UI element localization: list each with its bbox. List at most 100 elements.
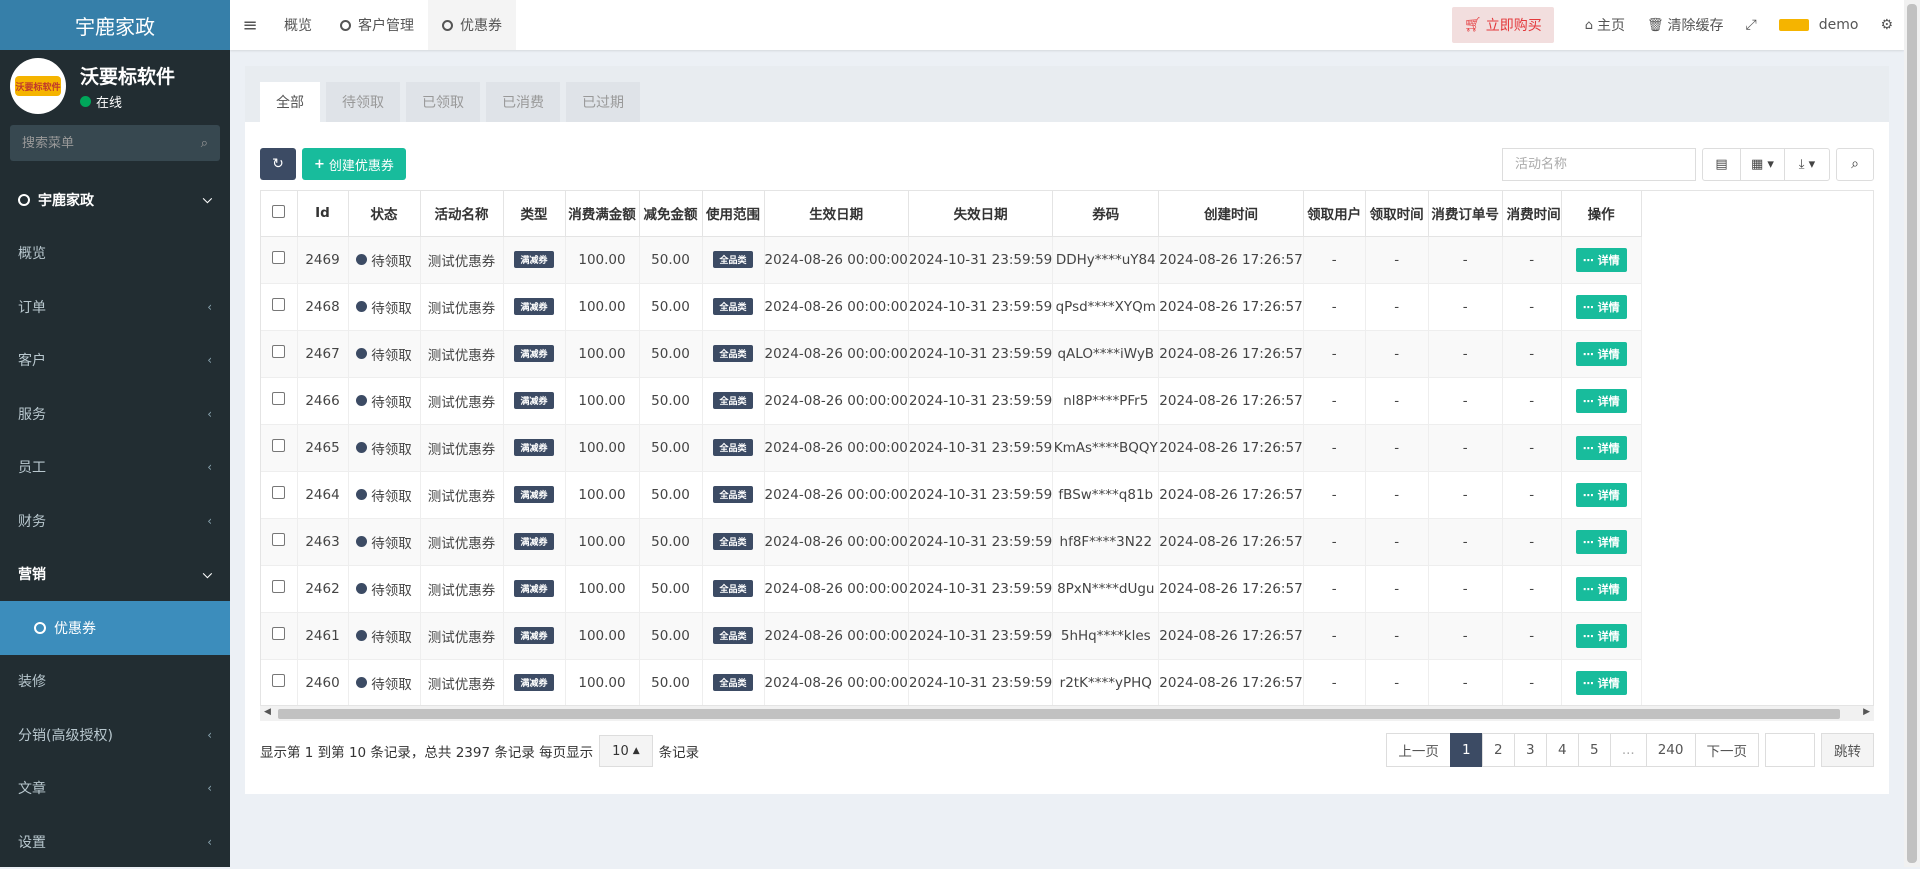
sidebar-item-services[interactable]: 服务 ‹	[0, 387, 230, 441]
detail-button[interactable]: ⋯ 详情	[1575, 388, 1627, 413]
tab-customers[interactable]: 客户管理	[326, 0, 428, 50]
row-checkbox[interactable]	[272, 298, 286, 311]
row-select-cell[interactable]	[261, 612, 298, 660]
detail-button[interactable]: ⋯ 详情	[1575, 670, 1627, 695]
clear-cache-button[interactable]: 🗑︎ 清除缓存	[1636, 15, 1735, 35]
page-button-1[interactable]: 1	[1449, 733, 1483, 767]
row-select-cell[interactable]	[261, 565, 298, 613]
page-button-2[interactable]: 2	[1481, 733, 1515, 767]
select-all-checkbox[interactable]	[272, 204, 286, 218]
jump-page-input[interactable]	[1765, 733, 1815, 767]
sidebar-search[interactable]: ⌕	[10, 125, 220, 161]
grid-icon[interactable]: ▦ ▾	[1741, 148, 1785, 180]
tab-overview[interactable]: 概览	[270, 0, 326, 50]
column-header[interactable]: 类型	[503, 191, 566, 237]
row-select-cell[interactable]	[261, 424, 298, 472]
table-horizontal-scrollbar[interactable]: ◀ ▶	[260, 706, 1874, 721]
column-header[interactable]: 领取时间	[1365, 191, 1429, 237]
search-icon[interactable]: ⌕	[1836, 147, 1874, 181]
row-checkbox[interactable]	[272, 392, 286, 405]
scroll-left-icon[interactable]: ◀	[264, 707, 271, 717]
activity-name-search-input[interactable]	[1502, 147, 1696, 181]
row-checkbox[interactable]	[272, 674, 286, 687]
home-link[interactable]: ⌂ 主页	[1574, 15, 1636, 35]
prev-page-button[interactable]: 上一页	[1386, 733, 1451, 767]
sidebar-item-yulu[interactable]: 宇鹿家政 ⌵	[0, 173, 230, 227]
sidebar-item-coupons[interactable]: 优惠券	[0, 601, 230, 655]
filter-tab-pending[interactable]: 待领取	[326, 82, 400, 122]
detail-button[interactable]: ⋯ 详情	[1575, 294, 1627, 319]
search-icon[interactable]: ⌕	[201, 136, 208, 151]
sidebar-item-finance[interactable]: 财务 ‹	[0, 494, 230, 548]
detail-button[interactable]: ⋯ 详情	[1575, 341, 1627, 366]
detail-button[interactable]: ⋯ 详情	[1575, 623, 1627, 648]
refresh-button[interactable]: ↻	[260, 148, 296, 180]
row-checkbox[interactable]	[272, 580, 286, 593]
page-scrollbar[interactable]	[1904, 0, 1920, 867]
row-checkbox[interactable]	[272, 251, 286, 264]
detail-button[interactable]: ⋯ 详情	[1575, 576, 1627, 601]
export-icon[interactable]: ⤓ ▾	[1785, 149, 1829, 180]
filter-tab-claimed[interactable]: 已领取	[406, 82, 480, 122]
detail-button[interactable]: ⋯ 详情	[1575, 529, 1627, 554]
detail-button[interactable]: ⋯ 详情	[1575, 482, 1627, 507]
next-page-button[interactable]: 下一页	[1694, 733, 1759, 767]
column-header[interactable]: 状态	[348, 191, 421, 237]
page-scrollbar-thumb[interactable]	[1907, 4, 1917, 863]
filter-tab-expired[interactable]: 已过期	[566, 82, 640, 122]
scroll-right-icon[interactable]: ▶	[1863, 707, 1870, 717]
sidebar-item-articles[interactable]: 文章 ‹	[0, 762, 230, 816]
column-header[interactable]: 失效日期	[908, 191, 1054, 237]
row-select-cell[interactable]	[261, 283, 298, 331]
column-header[interactable]: 消费满金额	[565, 191, 640, 237]
row-select-cell[interactable]	[261, 330, 298, 378]
row-checkbox[interactable]	[272, 345, 286, 358]
row-select-cell[interactable]	[261, 236, 298, 284]
row-select-cell[interactable]	[261, 377, 298, 425]
detail-button[interactable]: ⋯ 详情	[1575, 247, 1627, 272]
column-header[interactable]: 领取用户	[1303, 191, 1366, 237]
sidebar-item-overview[interactable]: 概览	[0, 227, 230, 281]
columns-icon[interactable]: ▤	[1703, 148, 1741, 180]
select-all-header[interactable]	[261, 191, 298, 237]
filter-tab-all[interactable]: 全部	[260, 82, 320, 122]
tab-coupons[interactable]: 优惠券	[428, 0, 516, 50]
app-logo-title[interactable]: 宇鹿家政	[0, 0, 230, 50]
page-size-select[interactable]: 10 ▲	[599, 735, 653, 767]
column-header[interactable]: 使用范围	[702, 191, 765, 237]
create-coupon-button[interactable]: + 创建优惠券	[302, 148, 406, 180]
sidebar-search-input[interactable]	[22, 135, 172, 151]
user-menu[interactable]: demo	[1768, 17, 1870, 33]
jump-button[interactable]: 跳转	[1821, 733, 1874, 767]
sidebar-item-staff[interactable]: 员工 ‹	[0, 441, 230, 495]
menu-icon[interactable]: ≡	[230, 15, 270, 36]
sidebar-item-distribution[interactable]: 分销(高级授权) ‹	[0, 708, 230, 762]
gear-icon[interactable]: ⚙	[1869, 17, 1904, 33]
table-scrollbar-thumb[interactable]	[278, 709, 1840, 719]
row-checkbox[interactable]	[272, 486, 286, 499]
column-header[interactable]: 生效日期	[764, 191, 909, 237]
row-checkbox[interactable]	[272, 439, 286, 452]
sidebar-item-customers[interactable]: 客户 ‹	[0, 334, 230, 388]
detail-button[interactable]: ⋯ 详情	[1575, 435, 1627, 460]
column-header[interactable]: 创建时间	[1158, 191, 1304, 237]
column-header[interactable]: 消费订单号	[1428, 191, 1503, 237]
page-button-4[interactable]: 4	[1545, 733, 1579, 767]
filter-tab-consumed[interactable]: 已消费	[486, 82, 560, 122]
fullscreen-icon[interactable]: ⤢	[1735, 17, 1768, 33]
sidebar-item-decoration[interactable]: 装修	[0, 655, 230, 709]
buy-now-button[interactable]: 🛒︎ 立即购买	[1451, 7, 1554, 43]
sidebar-item-settings[interactable]: 设置 ‹	[0, 815, 230, 869]
row-checkbox[interactable]	[272, 533, 286, 546]
row-select-cell[interactable]	[261, 659, 298, 705]
column-header[interactable]: 活动名称	[420, 191, 504, 237]
column-header[interactable]: 消费时间	[1502, 191, 1562, 237]
column-header[interactable]: 减免金额	[639, 191, 703, 237]
row-select-cell[interactable]	[261, 471, 298, 519]
sidebar-item-marketing[interactable]: 营销 ⌵	[0, 548, 230, 602]
column-header[interactable]: 操作	[1561, 191, 1642, 237]
column-header[interactable]: Id	[297, 191, 349, 237]
page-button-last[interactable]: 240	[1645, 733, 1696, 767]
page-button-3[interactable]: 3	[1513, 733, 1547, 767]
page-button-5[interactable]: 5	[1577, 733, 1611, 767]
